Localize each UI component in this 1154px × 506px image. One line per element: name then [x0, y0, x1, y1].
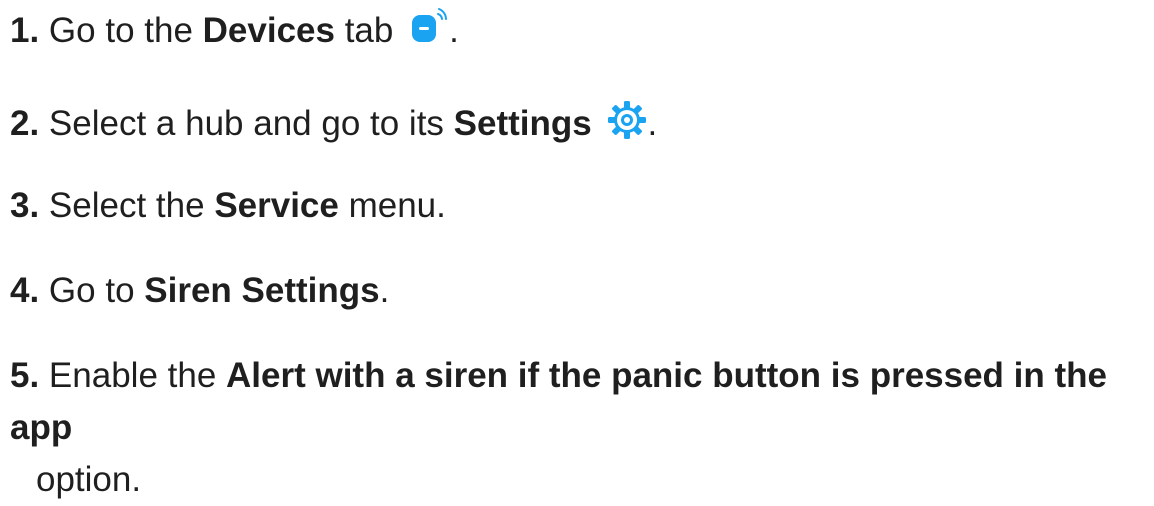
step-3: 3. Select the Service menu. — [10, 180, 446, 232]
step-number: 4. — [10, 271, 40, 310]
step-1: 1. Go to the Devices tab . — [10, 5, 459, 57]
step-text: . — [379, 271, 390, 310]
step-text: Enable the — [39, 356, 227, 395]
step-text: . — [647, 104, 658, 143]
step-text: Select the — [39, 186, 215, 225]
step-text: tab — [334, 11, 394, 50]
step-text: Go to — [39, 271, 145, 310]
step-2: 2. Select a hub and go to its Settings . — [10, 98, 657, 150]
step-number: 2. — [10, 104, 40, 143]
settings-gear-icon — [607, 100, 647, 140]
step-number: 3. — [10, 186, 40, 225]
step-text: Select a hub and go to its — [39, 104, 454, 143]
step-4: 4. Go to Siren Settings. — [10, 265, 389, 317]
step-text: Go to the — [39, 11, 203, 50]
step-keyword: Settings — [453, 104, 592, 143]
step-5: 5. Enable the Alert with a siren if the … — [10, 350, 1150, 506]
devices-tab-icon — [409, 7, 449, 47]
step-text: menu. — [338, 186, 446, 225]
instruction-steps: 1. Go to the Devices tab . 2. Select a h… — [0, 0, 1154, 499]
step-text: option. — [36, 460, 142, 499]
step-keyword: Service — [214, 186, 339, 225]
step-keyword: Siren Settings — [144, 271, 380, 310]
step-text: . — [449, 11, 459, 50]
step-keyword: Devices — [202, 11, 335, 50]
step-number: 5. — [10, 356, 40, 395]
step-number: 1. — [10, 11, 40, 50]
